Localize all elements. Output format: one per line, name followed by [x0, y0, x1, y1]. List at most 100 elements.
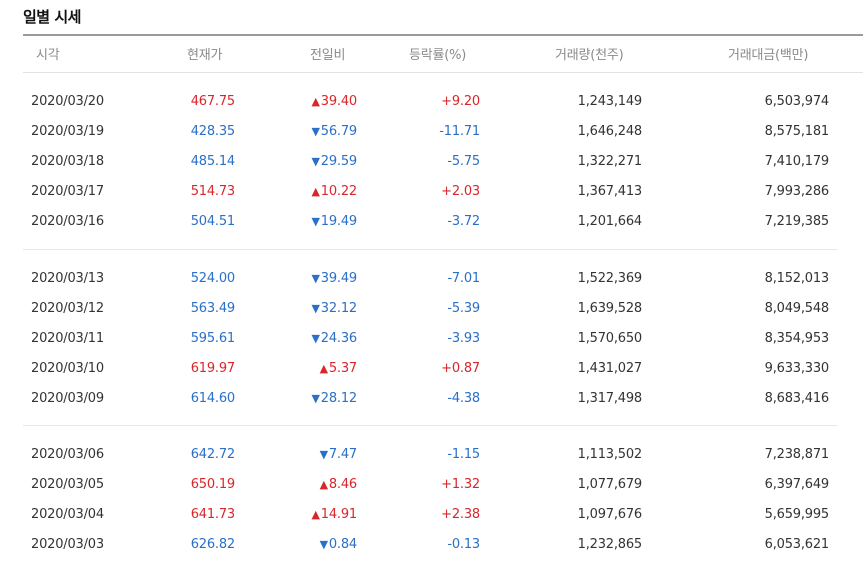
- triangle-up-icon: ▲: [311, 508, 320, 521]
- volume-cell: 1,570,650: [577, 331, 643, 346]
- rate-cell: -3.93: [447, 331, 480, 346]
- change-value: 39.49: [320, 271, 357, 286]
- price-cell: 504.51: [190, 214, 235, 229]
- volume-cell: 1,077,679: [577, 477, 643, 492]
- triangle-down-icon: ▼: [311, 302, 320, 315]
- price-cell: 524.00: [190, 271, 235, 286]
- price-cell: 563.49: [190, 301, 235, 316]
- amount-cell: 5,659,995: [764, 507, 830, 522]
- volume-cell: 1,243,149: [577, 94, 643, 109]
- change-cell: ▲14.91: [311, 507, 358, 523]
- change-value: 19.49: [320, 214, 357, 229]
- change-value: 28.12: [320, 391, 357, 406]
- date-cell: 2020/03/12: [31, 301, 104, 316]
- volume-cell: 1,646,248: [577, 124, 643, 139]
- price-cell: 467.75: [190, 94, 235, 109]
- change-cell: ▼28.12: [312, 391, 358, 407]
- amount-cell: 8,683,416: [764, 391, 830, 406]
- amount-cell: 7,993,286: [764, 184, 830, 199]
- amount-cell: 7,219,385: [764, 214, 830, 229]
- rate-cell: -1.15: [447, 447, 480, 462]
- triangle-up-icon: ▲: [311, 185, 320, 198]
- change-cell: ▼7.47: [319, 447, 358, 463]
- rate-cell: -5.39: [447, 301, 480, 316]
- header-rate: 등락률(%): [409, 48, 467, 63]
- change-cell: ▼19.49: [311, 214, 358, 230]
- volume-cell: 1,097,676: [577, 507, 643, 522]
- change-value: 24.36: [320, 331, 357, 346]
- rate-cell: -5.75: [447, 154, 480, 169]
- amount-cell: 8,354,953: [764, 331, 830, 346]
- volume-cell: 1,317,498: [577, 391, 643, 406]
- triangle-down-icon: ▼: [311, 332, 320, 345]
- change-value: 39.40: [320, 94, 357, 109]
- header-divider: [23, 72, 863, 73]
- triangle-down-icon: ▼: [311, 125, 320, 138]
- change-value: 29.59: [320, 154, 357, 169]
- volume-cell: 1,639,528: [577, 301, 643, 316]
- date-cell: 2020/03/05: [31, 477, 104, 492]
- date-cell: 2020/03/06: [31, 447, 104, 462]
- date-cell: 2020/03/17: [31, 184, 104, 199]
- rate-cell: -4.38: [447, 391, 480, 406]
- triangle-down-icon: ▼: [319, 448, 328, 461]
- change-value: 5.37: [328, 361, 357, 376]
- change-value: 10.22: [320, 184, 357, 199]
- group-divider: [23, 249, 837, 250]
- change-cell: ▼39.49: [311, 271, 358, 287]
- amount-cell: 9,633,330: [764, 361, 830, 376]
- rate-cell: -3.72: [447, 214, 480, 229]
- rate-cell: +1.32: [441, 477, 480, 492]
- change-value: 14.91: [320, 507, 357, 522]
- change-value: 7.47: [328, 447, 357, 462]
- change-cell: ▲8.46: [319, 477, 358, 493]
- date-cell: 2020/03/13: [31, 271, 104, 286]
- date-cell: 2020/03/18: [31, 154, 104, 169]
- rate-cell: +2.38: [441, 507, 480, 522]
- change-cell: ▲39.40: [311, 94, 358, 110]
- amount-cell: 7,238,871: [764, 447, 830, 462]
- price-cell: 428.35: [190, 124, 235, 139]
- change-value: 0.84: [328, 537, 357, 552]
- price-cell: 485.14: [190, 154, 235, 169]
- volume-cell: 1,367,413: [577, 184, 643, 199]
- volume-cell: 1,431,027: [577, 361, 643, 376]
- rate-cell: -7.01: [447, 271, 480, 286]
- triangle-down-icon: ▼: [319, 538, 328, 551]
- change-value: 56.79: [320, 124, 357, 139]
- change-cell: ▼24.36: [311, 331, 358, 347]
- date-cell: 2020/03/10: [31, 361, 104, 376]
- header-amount: 거래대금(백만): [728, 48, 809, 63]
- amount-cell: 6,397,649: [764, 477, 830, 492]
- triangle-up-icon: ▲: [311, 95, 320, 108]
- title-divider: [23, 34, 863, 36]
- change-cell: ▼32.12: [311, 301, 358, 317]
- change-cell: ▲10.22: [311, 184, 358, 200]
- amount-cell: 6,503,974: [764, 94, 830, 109]
- header-change: 전일비: [310, 48, 346, 63]
- price-cell: 595.61: [190, 331, 235, 346]
- price-cell: 514.73: [190, 184, 235, 199]
- date-cell: 2020/03/20: [31, 94, 104, 109]
- date-cell: 2020/03/03: [31, 537, 104, 552]
- header-price: 현재가: [187, 48, 223, 63]
- triangle-up-icon: ▲: [319, 478, 328, 491]
- triangle-up-icon: ▲: [319, 362, 328, 375]
- triangle-down-icon: ▼: [311, 215, 320, 228]
- price-cell: 642.72: [190, 447, 235, 462]
- amount-cell: 8,049,548: [764, 301, 830, 316]
- volume-cell: 1,201,664: [577, 214, 643, 229]
- price-cell: 641.73: [190, 507, 235, 522]
- group-divider: [23, 425, 837, 426]
- price-cell: 650.19: [190, 477, 235, 492]
- amount-cell: 8,575,181: [764, 124, 830, 139]
- amount-cell: 6,053,621: [764, 537, 830, 552]
- change-cell: ▲5.37: [319, 361, 358, 377]
- triangle-down-icon: ▼: [311, 272, 320, 285]
- header-volume: 거래량(천주): [555, 48, 624, 63]
- date-cell: 2020/03/16: [31, 214, 104, 229]
- section-title: 일별 시세: [23, 8, 81, 26]
- rate-cell: -11.71: [439, 124, 480, 139]
- change-value: 8.46: [328, 477, 357, 492]
- amount-cell: 8,152,013: [764, 271, 830, 286]
